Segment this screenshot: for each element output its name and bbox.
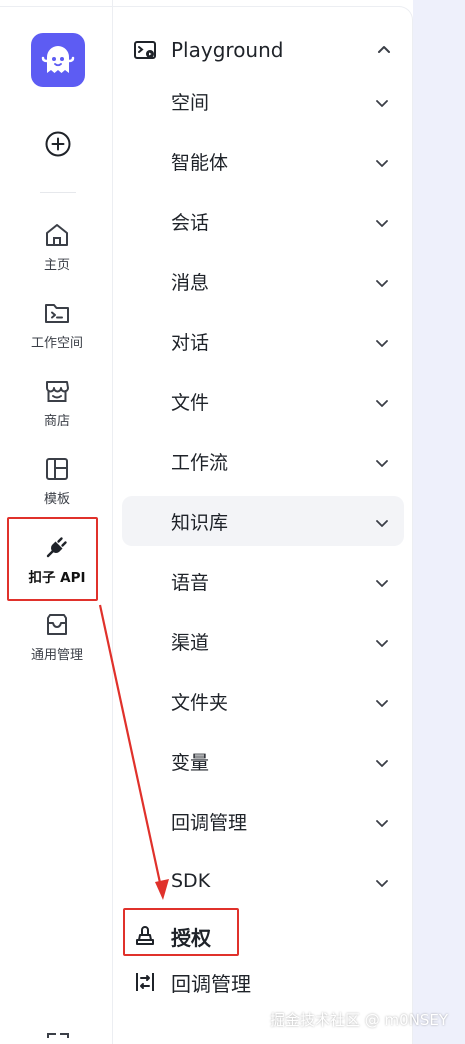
tree-item-label: SDK [171,870,211,892]
tree-group-title: Playground [171,38,284,62]
sidebar-item-workspace[interactable]: 工作空间 [8,294,106,354]
chevron-down-icon [374,635,390,651]
chevron-down-icon [374,455,390,471]
sidebar-item-general-management[interactable]: 通用管理 [8,606,106,666]
workspace-folder-icon [42,298,72,328]
sidebar-item-label: 主页 [43,258,70,273]
chevron-down-icon [374,275,390,291]
store-icon [42,376,72,406]
tree-item[interactable]: SDK [122,856,404,906]
rail-divider [40,192,76,193]
tree-item-label: 文件 [171,391,210,414]
sidebar-item-label: 商店 [43,414,70,429]
tree-item-label: 授权 [171,925,211,950]
tree-item-label: 空间 [171,91,210,114]
tree-item-callback-management[interactable]: 回调管理 [122,960,404,1004]
sidebar-item-label: 扣子 API [28,570,86,586]
watermark: 掘金技术社区 @ m0NSEY [270,1011,449,1029]
tree-item[interactable]: 工作流 [122,436,404,486]
tree-item[interactable]: 回调管理 [122,796,404,846]
sidebar-item-home[interactable]: 主页 [8,216,106,276]
create-button[interactable] [44,130,72,158]
chevron-down-icon [374,215,390,231]
ghost-logo-icon [41,46,75,73]
template-icon [42,454,72,484]
tree-item[interactable]: 会话 [122,196,404,246]
chevron-down-icon [374,155,390,171]
home-icon [42,220,72,250]
chevron-down-icon [374,515,390,531]
callback-icon [132,969,158,995]
tree-item[interactable]: 渠道 [122,616,404,666]
chevron-down-icon [374,335,390,351]
tree-item-label: 知识库 [171,511,229,534]
chevron-down-icon [374,95,390,111]
tree-item[interactable]: 语音 [122,556,404,606]
tree-item[interactable]: 变量 [122,736,404,786]
tree-item-label: 渠道 [171,631,210,654]
tree-item-label: 消息 [171,271,210,294]
left-rail: 主页 工作空间 商店 模板 扣子 API 通用管理 [0,0,113,1044]
chevron-up-icon [376,41,392,57]
tree-item-label: 智能体 [171,151,229,174]
app-logo[interactable] [31,33,85,87]
chevron-down-icon [374,575,390,591]
tree-item[interactable]: 知识库 [122,496,404,546]
chevron-down-icon [374,755,390,771]
sidebar-item-label: 通用管理 [30,648,83,663]
authorization-stamp-icon [132,923,158,949]
expand-icon[interactable] [44,1032,72,1044]
sidebar-item-templates[interactable]: 模板 [8,450,106,510]
sidebar-item-coze-api[interactable]: 扣子 API [8,528,106,588]
tree-item-label: 回调管理 [171,811,248,834]
tree-item-label: 会话 [171,211,210,234]
tree-item-authorization[interactable]: 授权 [122,914,404,958]
plug-api-icon [42,532,72,562]
tree-item[interactable]: 空间 [122,76,404,126]
tree-item[interactable]: 智能体 [122,136,404,186]
tree-item[interactable]: 文件 [122,376,404,426]
tree-item[interactable]: 对话 [122,316,404,366]
sidebar-item-label: 模板 [43,492,70,507]
page-background [413,0,465,1044]
sidebar-item-label: 工作空间 [30,336,83,351]
chevron-down-icon [374,395,390,411]
plus-circle-icon [45,131,71,157]
tree-item-label: 语音 [171,571,210,594]
playground-icon [132,37,158,63]
tree-item-label: 文件夹 [171,691,229,714]
tree-group-playground[interactable]: Playground [122,28,404,72]
tree-item-label: 工作流 [171,451,229,474]
sidebar-item-store[interactable]: 商店 [8,372,106,432]
chevron-down-icon [374,695,390,711]
chevron-down-icon [374,815,390,831]
tree-item-label: 对话 [171,331,210,354]
inbox-management-icon [42,610,72,640]
tree-item-label: 变量 [171,751,210,774]
chevron-down-icon [374,875,390,891]
tree-item[interactable]: 消息 [122,256,404,306]
tree-item-label: 回调管理 [171,971,251,996]
tree-item[interactable]: 文件夹 [122,676,404,726]
